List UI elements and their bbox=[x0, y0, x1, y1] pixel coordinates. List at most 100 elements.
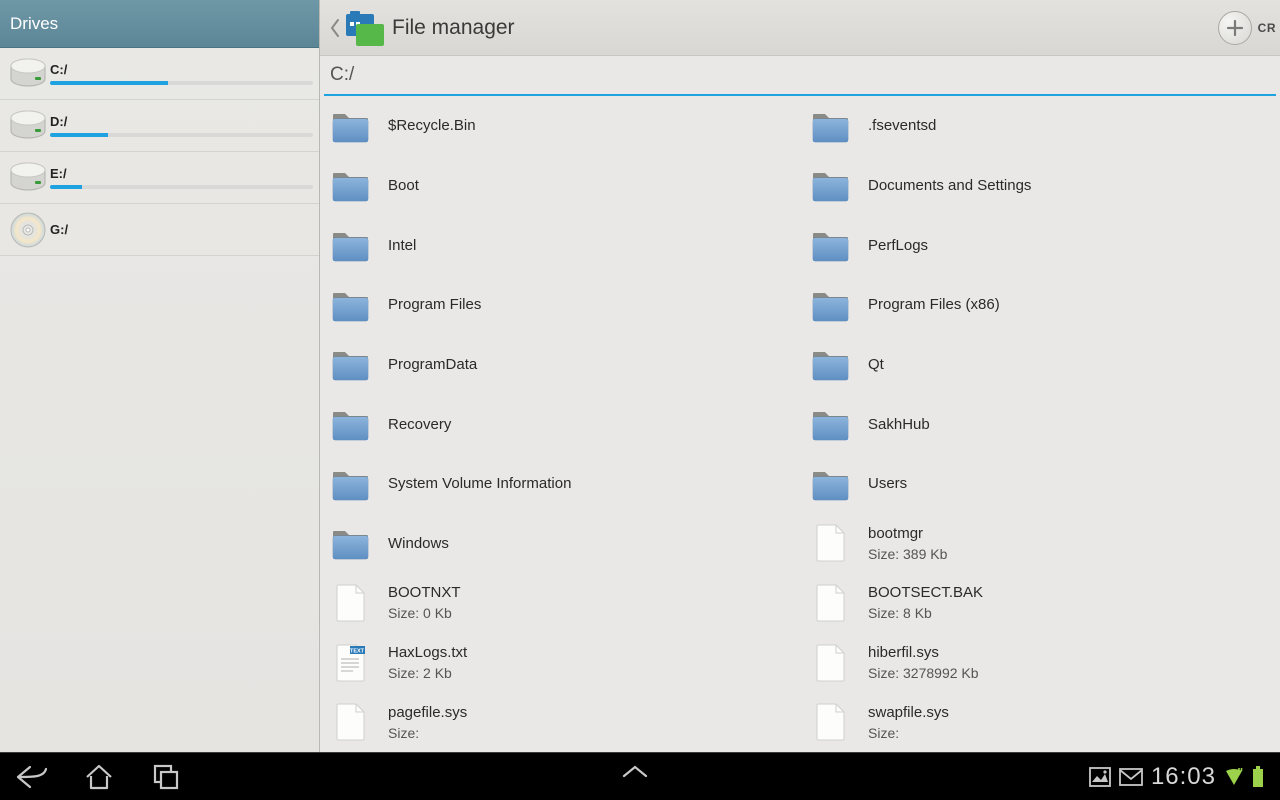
battery-status-icon bbox=[1252, 766, 1264, 788]
file-item[interactable]: hiberfil.sys Size: 3278992 Kb bbox=[800, 633, 1280, 693]
back-button[interactable] bbox=[328, 0, 342, 56]
drive-item-g[interactable]: G:/ bbox=[0, 204, 319, 256]
file-text: ProgramData bbox=[388, 356, 477, 373]
file-text: hiberfil.sys Size: 3278992 Kb bbox=[868, 644, 979, 681]
file-text: Boot bbox=[388, 177, 419, 194]
folder-icon bbox=[330, 224, 372, 266]
file-icon bbox=[330, 582, 372, 624]
drive-label: C:/ bbox=[50, 62, 313, 77]
folder-icon bbox=[810, 284, 852, 326]
app-root: Drives C:/D:/E:/G:/ File manager bbox=[0, 0, 1280, 752]
drive-item-c[interactable]: C:/ bbox=[0, 48, 319, 100]
folder-item[interactable]: PerfLogs bbox=[800, 215, 1280, 275]
nav-expand-button[interactable] bbox=[620, 763, 648, 791]
file-name: .fseventsd bbox=[868, 117, 936, 134]
text-file-icon: TEXT bbox=[330, 642, 372, 684]
folder-item[interactable]: Program Files bbox=[320, 275, 800, 335]
folder-item[interactable]: SakhHub bbox=[800, 394, 1280, 454]
folder-icon bbox=[330, 403, 372, 445]
file-name: BOOTSECT.BAK bbox=[868, 584, 983, 601]
file-item[interactable]: BOOTNXTSize: 0 Kb bbox=[320, 573, 800, 633]
folder-item[interactable]: $Recycle.Bin bbox=[320, 96, 800, 156]
image-status-icon bbox=[1089, 767, 1111, 787]
file-text: SakhHub bbox=[868, 416, 930, 433]
titlebar: File manager CR bbox=[320, 0, 1280, 56]
nav-recent-button[interactable] bbox=[152, 763, 180, 791]
folder-item[interactable]: ProgramData bbox=[320, 335, 800, 395]
folder-item[interactable]: Users bbox=[800, 454, 1280, 514]
file-item[interactable]: bootmgrSize: 389 Kb bbox=[800, 513, 1280, 573]
folder-item[interactable]: Windows bbox=[320, 513, 800, 573]
file-name: hiberfil.sys bbox=[868, 644, 979, 661]
folder-icon bbox=[810, 224, 852, 266]
file-name: PerfLogs bbox=[868, 237, 928, 254]
file-name: swapfile.sys bbox=[868, 704, 949, 721]
file-column-left: $Recycle.Bin Boot Intel Program Files Progra… bbox=[320, 96, 800, 752]
file-size: Size: 3278992 Kb bbox=[868, 665, 979, 681]
folder-item[interactable]: Qt bbox=[800, 335, 1280, 395]
file-text: Users bbox=[868, 475, 907, 492]
drives-sidebar: Drives C:/ D:/ E:/ G:/ bbox=[0, 0, 320, 752]
path-input[interactable] bbox=[324, 56, 1276, 96]
folder-icon bbox=[330, 343, 372, 385]
system-navbar: 16:03 bbox=[0, 753, 1280, 800]
drive-item-e[interactable]: E:/ bbox=[0, 152, 319, 204]
folder-icon bbox=[330, 284, 372, 326]
folder-icon bbox=[330, 164, 372, 206]
wifi-status-icon bbox=[1224, 767, 1244, 787]
file-name: BOOTNXT bbox=[388, 584, 461, 601]
folder-icon bbox=[330, 463, 372, 505]
file-item[interactable]: TEXT HaxLogs.txtSize: 2 Kb bbox=[320, 633, 800, 693]
folder-icon bbox=[330, 522, 372, 564]
file-text: Documents and Settings bbox=[868, 177, 1031, 194]
file-column-right: .fseventsd Documents and Settings PerfLogs… bbox=[800, 96, 1280, 752]
app-icon bbox=[344, 8, 384, 48]
file-item[interactable]: swapfile.sysSize: bbox=[800, 692, 1280, 752]
file-name: Recovery bbox=[388, 416, 451, 433]
sidebar-title: Drives bbox=[0, 0, 319, 48]
file-size: Size: bbox=[388, 725, 467, 741]
folder-item[interactable]: Documents and Settings bbox=[800, 156, 1280, 216]
folder-icon bbox=[810, 463, 852, 505]
file-text: swapfile.sysSize: bbox=[868, 704, 949, 741]
file-name: ProgramData bbox=[388, 356, 477, 373]
nav-back-button[interactable] bbox=[16, 763, 44, 791]
folder-item[interactable]: System Volume Information bbox=[320, 454, 800, 514]
path-bar bbox=[320, 56, 1280, 96]
folder-item[interactable]: Intel bbox=[320, 215, 800, 275]
file-text: .fseventsd bbox=[868, 117, 936, 134]
file-text: HaxLogs.txtSize: 2 Kb bbox=[388, 644, 467, 681]
folder-icon bbox=[810, 105, 852, 147]
file-text: BOOTSECT.BAK Size: 8 Kb bbox=[868, 584, 983, 621]
drive-label: D:/ bbox=[50, 114, 313, 129]
file-item[interactable]: BOOTSECT.BAK Size: 8 Kb bbox=[800, 573, 1280, 633]
file-text: Intel bbox=[388, 237, 416, 254]
file-name: Qt bbox=[868, 356, 884, 373]
nav-home-button[interactable] bbox=[84, 763, 112, 791]
file-name: Program Files (x86) bbox=[868, 296, 1000, 313]
hdd-icon bbox=[6, 156, 50, 200]
mail-status-icon bbox=[1119, 768, 1143, 786]
file-grid[interactable]: $Recycle.Bin Boot Intel Program Files Progra… bbox=[320, 96, 1280, 752]
file-text: $Recycle.Bin bbox=[388, 117, 476, 134]
file-name: Users bbox=[868, 475, 907, 492]
file-name: Documents and Settings bbox=[868, 177, 1031, 194]
drive-info: G:/ bbox=[50, 222, 313, 237]
drive-list: C:/ D:/ E:/ G:/ bbox=[0, 48, 319, 256]
drive-item-d[interactable]: D:/ bbox=[0, 100, 319, 152]
folder-item[interactable]: .fseventsd bbox=[800, 96, 1280, 156]
hdd-icon bbox=[6, 104, 50, 148]
file-icon bbox=[810, 701, 852, 743]
file-size: Size: 8 Kb bbox=[868, 605, 983, 621]
folder-item[interactable]: Program Files (x86) bbox=[800, 275, 1280, 335]
file-size: Size: 2 Kb bbox=[388, 665, 467, 681]
file-item[interactable]: pagefile.sysSize: bbox=[320, 692, 800, 752]
file-name: SakhHub bbox=[868, 416, 930, 433]
file-icon bbox=[810, 522, 852, 564]
drive-usage-bar bbox=[50, 185, 313, 189]
drive-usage-bar bbox=[50, 133, 313, 137]
folder-item[interactable]: Boot bbox=[320, 156, 800, 216]
folder-item[interactable]: Recovery bbox=[320, 394, 800, 454]
create-button[interactable] bbox=[1218, 11, 1252, 45]
file-text: Windows bbox=[388, 535, 449, 552]
